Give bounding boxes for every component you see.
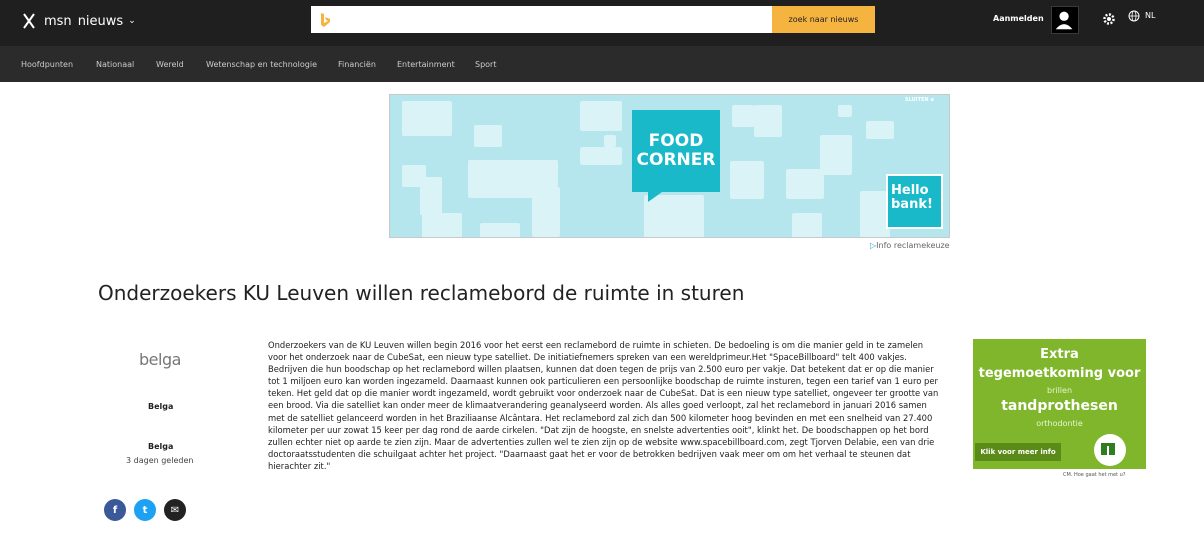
- search-box: [311, 6, 772, 33]
- bing-icon: [321, 13, 330, 27]
- ad-bubble: [604, 135, 616, 147]
- user-icon: [1055, 11, 1073, 30]
- ad-bubble: [820, 135, 852, 175]
- nav-item-sport[interactable]: Sport: [475, 60, 496, 69]
- ad-line-orthodontie: orthodontie: [1036, 419, 1083, 428]
- ad-bubble: [730, 161, 764, 199]
- section-name: nieuws: [77, 13, 124, 29]
- ad-bubble: [420, 177, 442, 215]
- gear-icon[interactable]: [1102, 12, 1116, 26]
- ad-bubble: [474, 125, 502, 147]
- speech-tail-icon: [648, 192, 662, 202]
- ad-more-info-button[interactable]: Klik voor meer info: [975, 443, 1061, 461]
- email-icon: ✉: [170, 504, 180, 516]
- ad-bubble: [580, 147, 622, 165]
- article-body: Onderzoekers van de KU Leuven willen beg…: [268, 340, 939, 471]
- signin-link[interactable]: Aanmelden: [993, 14, 1044, 23]
- ad-line-tegemoetkoming: tegemoetkoming voor: [978, 366, 1141, 381]
- nav-item-entertainment[interactable]: Entertainment: [397, 60, 455, 69]
- ad-bubble: [786, 169, 824, 199]
- ad-bubble: [866, 121, 894, 139]
- hello-bank-logo: Hello bank!: [886, 174, 943, 229]
- ad-info-link[interactable]: ▷Info reclamekeuze: [870, 241, 950, 250]
- ad-line-extra: Extra: [1040, 347, 1079, 362]
- search-input[interactable]: [339, 6, 769, 33]
- facebook-share-button[interactable]: f: [104, 499, 126, 521]
- hello-bank-line1: Hello: [891, 183, 929, 198]
- msn-logo[interactable]: msn nieuws ⌄: [22, 12, 136, 30]
- nav-item-financien[interactable]: Financiën: [338, 60, 376, 69]
- twitter-share-button[interactable]: t: [134, 499, 156, 521]
- food-corner-logo: FOOD CORNER: [632, 110, 720, 192]
- nav-item-hoofdpunten[interactable]: Hoofdpunten: [21, 60, 73, 69]
- nav-item-wereld[interactable]: Wereld: [156, 60, 184, 69]
- globe-icon[interactable]: [1128, 10, 1140, 22]
- cm-logo-icon: [1094, 434, 1126, 466]
- language-selector[interactable]: NL: [1145, 11, 1155, 20]
- ad-line-brillen: brillen: [1046, 386, 1073, 395]
- food-corner-line2: CORNER: [636, 150, 716, 170]
- facebook-icon: f: [112, 504, 118, 516]
- brand-name: msn: [44, 13, 72, 29]
- published-time: 3 dagen geleden: [126, 456, 194, 465]
- butterfly-icon: [23, 13, 35, 29]
- ad-bubble: [532, 187, 560, 237]
- hello-bank-line2: bank!: [891, 197, 933, 212]
- ad-bubble: [422, 213, 462, 237]
- food-corner-line1: FOOD: [648, 131, 704, 151]
- nav-item-wetenschap[interactable]: Wetenschap en technologie: [206, 60, 317, 69]
- ad-bubble: [402, 101, 452, 136]
- belga-logo: belga: [139, 350, 181, 369]
- ad-line-tandprothesen: tandprothesen: [1001, 398, 1118, 414]
- ad-footer-text: CM. Hoe gaat het met u?: [1063, 472, 1126, 478]
- ad-info-label: Info reclamekeuze: [876, 241, 950, 250]
- ad-footer-strip: CM. Hoe gaat het met u?: [973, 469, 1146, 483]
- ad-bubble: [754, 105, 782, 137]
- search-button[interactable]: zoek naar nieuws: [772, 6, 875, 33]
- twitter-icon: t: [142, 504, 148, 516]
- avatar[interactable]: [1051, 6, 1079, 34]
- ad-bubble: [580, 101, 622, 131]
- sidebar-ad[interactable]: Extra tegemoetkoming voor brillen tandpr…: [973, 339, 1146, 483]
- ad-bubble: [838, 105, 852, 117]
- nav-item-nationaal[interactable]: Nationaal: [96, 60, 134, 69]
- source-label: Belga: [148, 402, 174, 411]
- ad-bubble: [480, 223, 520, 237]
- article-headline: Onderzoekers KU Leuven willen reclamebor…: [98, 281, 745, 305]
- author-label: Belga: [148, 442, 174, 451]
- ad-close-button[interactable]: SLUITEN ⊗: [905, 97, 934, 103]
- email-share-button[interactable]: ✉: [164, 499, 186, 521]
- ad-bubble: [792, 213, 822, 237]
- chevron-down-icon[interactable]: ⌄: [128, 16, 136, 26]
